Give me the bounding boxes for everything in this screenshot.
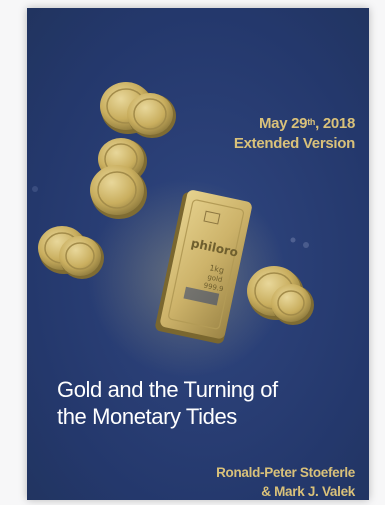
gold-bar-icon: philoro 1kg gold 999.9 [155, 190, 252, 344]
book-cover: philoro 1kg gold 999.9 May 29th, 2018 Ex… [27, 8, 369, 500]
author-2: & Mark J. Valek [261, 484, 355, 499]
author-1: Ronald-Peter Stoeferle [216, 465, 355, 480]
date-year: , 2018 [315, 115, 355, 132]
book-title: Gold and the Turning of the Monetary Tid… [57, 376, 357, 430]
sparkle-icon [290, 237, 296, 243]
date-month-day: May 29 [258, 115, 308, 132]
title-line-1: Gold and the Turning of [57, 377, 278, 402]
sparkle-icon [32, 186, 38, 192]
date-ordinal: th [307, 117, 316, 127]
publication-date: May 29th, 2018 Extended Version [234, 114, 355, 154]
authors: Ronald-Peter Stoeferle & Mark J. Valek [216, 463, 355, 500]
edition-label: Extended Version [233, 135, 355, 152]
sparkle-icon [303, 242, 309, 248]
date-line: May 29th, 2018 [234, 114, 355, 134]
title-line-2: the Monetary Tides [57, 404, 237, 429]
